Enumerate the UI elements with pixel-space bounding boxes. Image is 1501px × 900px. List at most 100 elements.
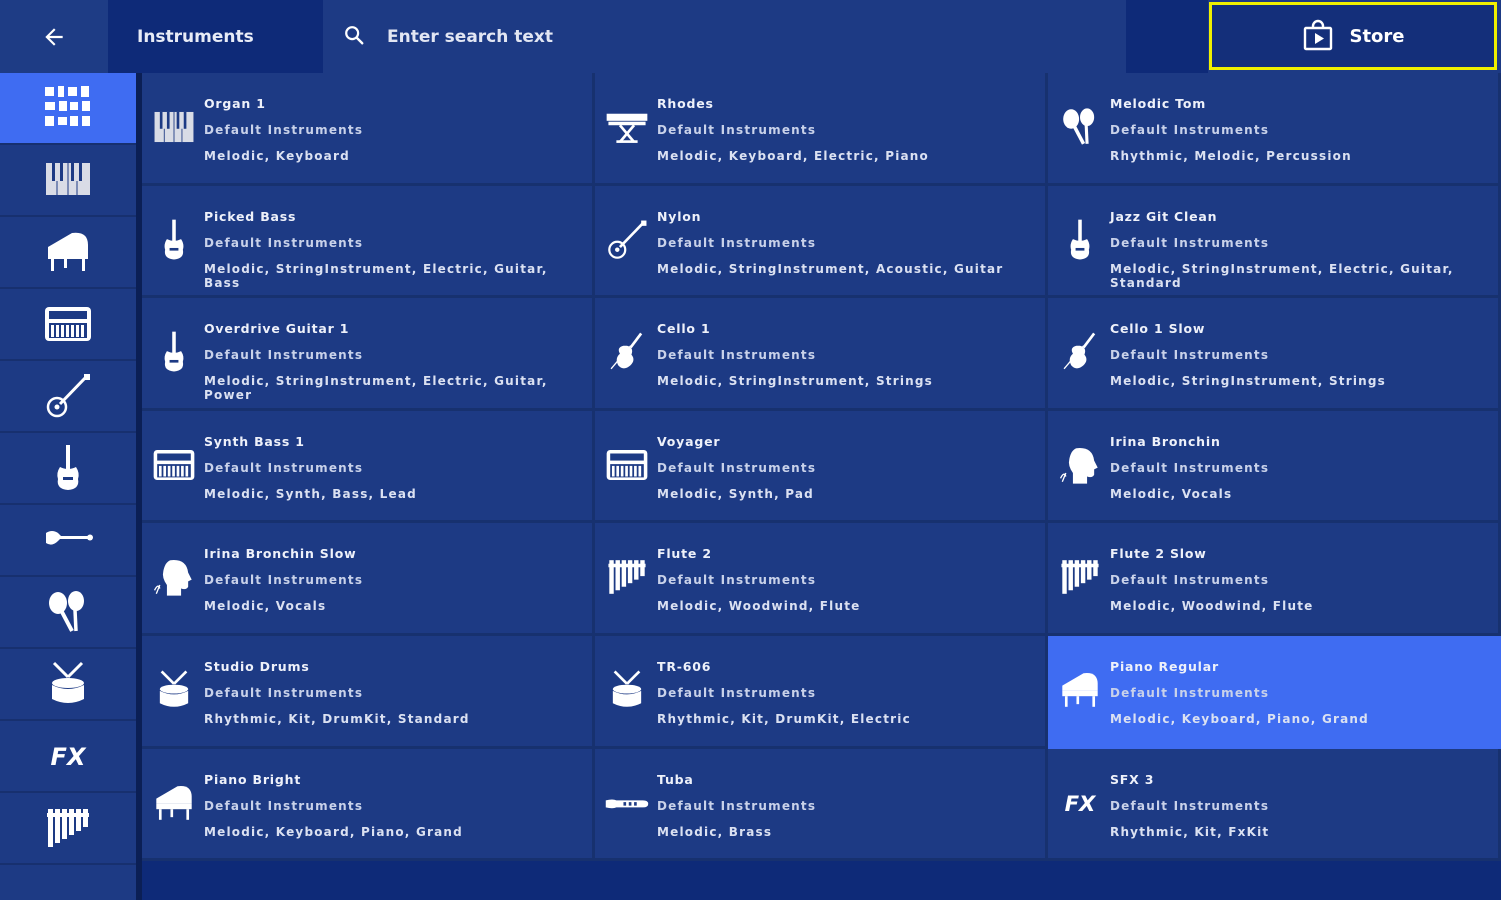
instrument-tags: Melodic, StringInstrument, Electric, Gui… [204,374,548,403]
instrument-card[interactable]: Piano Regular Default Instruments Melodic,… [1048,636,1501,749]
violin-icon [601,322,653,382]
instrument-text: Jazz Git Clean Default Instruments Melodic… [1110,204,1492,290]
instrument-card[interactable]: Picked Bass Default Instruments Melodic, S… [142,185,595,299]
instrument-card[interactable]: Nylon Default Instruments Melodic, StringI… [595,185,1048,299]
svg-text:FX: FX [51,743,87,771]
store-button[interactable]: Store [1209,2,1497,70]
instrument-tags: Melodic, Vocals [204,599,327,614]
instrument-library: Default Instruments [204,460,364,475]
instrument-card[interactable]: Voyager Default Instruments Melodic, Synth… [595,410,1048,524]
synth-icon [45,307,91,341]
category-electric-guitar[interactable] [0,433,136,505]
instrument-card[interactable]: TR-606 Default Instruments Rhythmic, Kit, … [595,636,1048,749]
flute-icon [601,547,653,607]
instrument-library: Default Instruments [657,235,817,250]
keyboard-icon [148,97,200,157]
drum-icon [601,660,653,720]
instrument-card[interactable]: Rhodes Default Instruments Melodic, Keyboa… [595,73,1048,186]
instrument-card[interactable]: Organ 1 Default Instruments Melodic, Keybo… [142,73,595,186]
instrument-library: Default Instruments [1110,686,1270,700]
instrument-text: SFX 3 Default Instruments Rhythmic, Kit, F… [1110,767,1492,839]
instrument-card[interactable]: Synth Bass 1 Default Instruments Melodic, … [142,410,595,524]
category-sidebar: FX [0,73,136,900]
instrument-text: Synth Bass 1 Default Instruments Melodic, … [204,429,586,501]
category-synth[interactable] [0,289,136,361]
instrument-text: Picked Bass Default Instruments Melodic, S… [204,204,586,290]
instrument-name: Jazz Git Clean [1110,208,1218,224]
keyboard-icon [46,163,90,195]
category-woodwind[interactable] [0,793,136,865]
back-button[interactable] [0,0,108,73]
category-fx[interactable]: FX [0,721,136,793]
svg-text:FX: FX [1065,792,1097,817]
category-drums[interactable] [0,649,136,721]
instrument-library: Default Instruments [1110,573,1270,588]
instrument-tags: Melodic, Woodwind, Flute [657,599,861,614]
category-all[interactable] [0,73,136,145]
instrument-text: Cello 1 Default Instruments Melodic, Strin… [657,316,1039,388]
instrument-library: Default Instruments [657,686,817,700]
instrument-text: Tuba Default Instruments Melodic, Brass [657,767,1039,839]
instrument-tags: Melodic, Synth, Pad [657,486,814,501]
instrument-card[interactable]: Flute 2 Slow Default Instruments Melodic, … [1048,523,1501,636]
instrument-card[interactable]: Jazz Git Clean Default Instruments Melodic… [1048,185,1501,299]
grand-piano-icon [48,232,88,271]
store-label: Store [1349,25,1405,47]
instrument-card[interactable]: Overdrive Guitar 1 Default Instruments Mel… [142,298,595,411]
instrument-card[interactable]: Tuba Default Instruments Melodic, Brass [595,748,1048,862]
instrument-text: Piano Regular Default Instruments Melodic,… [1110,654,1492,726]
tuba-icon [601,773,653,833]
fx-icon: FX [51,743,87,771]
instrument-card[interactable]: Irina Bronchin Default Instruments Melodic… [1048,410,1501,524]
instrument-tags: Rhythmic, Melodic, Percussion [1110,149,1352,163]
electric-guitar-icon [1054,210,1106,270]
instrument-card[interactable]: Piano Bright Default Instruments Melodic, … [142,748,595,862]
electric-guitar-icon [148,322,200,382]
instrument-tags: Melodic, Synth, Bass, Lead [204,486,417,501]
instrument-card[interactable]: FX SFX 3 Default Instruments Rhythmic, Kit,… [1048,748,1501,862]
all-instruments-icon [45,86,90,126]
instrument-tags: Melodic, Brass [657,824,773,839]
instrument-name: Picked Bass [204,208,297,224]
instrument-text: Studio Drums Default Instruments Rhythmic,… [204,654,586,726]
search-bar [323,0,1126,73]
instrument-text: Organ 1 Default Instruments Melodic, Keybo… [204,91,586,163]
instrument-tags: Melodic, Keyboard, Piano, Grand [1110,712,1369,726]
instrument-card[interactable]: Melodic Tom Default Instruments Rhythmic, … [1048,73,1501,186]
instrument-card[interactable]: Cello 1 Slow Default Instruments Melodic, … [1048,298,1501,411]
instrument-tags: Melodic, StringInstrument, Acoustic, Gui… [657,261,1004,276]
instrument-text: Rhodes Default Instruments Melodic, Keyboa… [657,91,1039,163]
instrument-name: Piano Bright [204,771,302,787]
maracas-icon [49,591,84,632]
instrument-text: Irina Bronchin Slow Default Instruments Me… [204,541,586,613]
instrument-text: Voyager Default Instruments Melodic, Synth… [657,429,1039,501]
category-acoustic-guitar[interactable] [0,361,136,433]
instrument-name: Irina Bronchin [1110,433,1221,449]
arrow-left-icon [45,27,63,46]
category-keyboard[interactable] [0,145,136,217]
category-piano[interactable] [0,217,136,289]
instrument-card[interactable]: Irina Bronchin Slow Default Instruments Me… [142,523,595,636]
instrument-card[interactable]: Studio Drums Default Instruments Rhythmic,… [142,636,595,749]
instrument-tags: Melodic, Woodwind, Flute [1110,599,1314,614]
instrument-library: Default Instruments [204,348,364,363]
flute-icon [47,809,89,847]
store-bag-icon [1304,19,1333,51]
instrument-name: Overdrive Guitar 1 [204,321,350,337]
instrument-card[interactable]: Cello 1 Default Instruments Melodic, Strin… [595,298,1048,411]
instrument-card[interactable]: Flute 2 Default Instruments Melodic, Woodw… [595,523,1048,636]
electric-guitar-icon [57,445,79,490]
search-icon [345,26,364,45]
category-percussion[interactable] [0,577,136,649]
instrument-text: Flute 2 Default Instruments Melodic, Woodw… [657,541,1039,613]
search-input[interactable] [385,18,1089,56]
instrument-name: Cello 1 Slow [1110,321,1206,337]
maracas-icon [1054,97,1106,157]
violin-icon [1054,322,1106,382]
top-bar: Instruments Store [0,0,1501,73]
instrument-library: Default Instruments [204,798,364,813]
instrument-name: Melodic Tom [1110,96,1207,111]
instrument-text: TR-606 Default Instruments Rhythmic, Kit, … [657,654,1039,726]
category-bass[interactable] [0,505,136,577]
rhodes-icon [601,97,653,157]
